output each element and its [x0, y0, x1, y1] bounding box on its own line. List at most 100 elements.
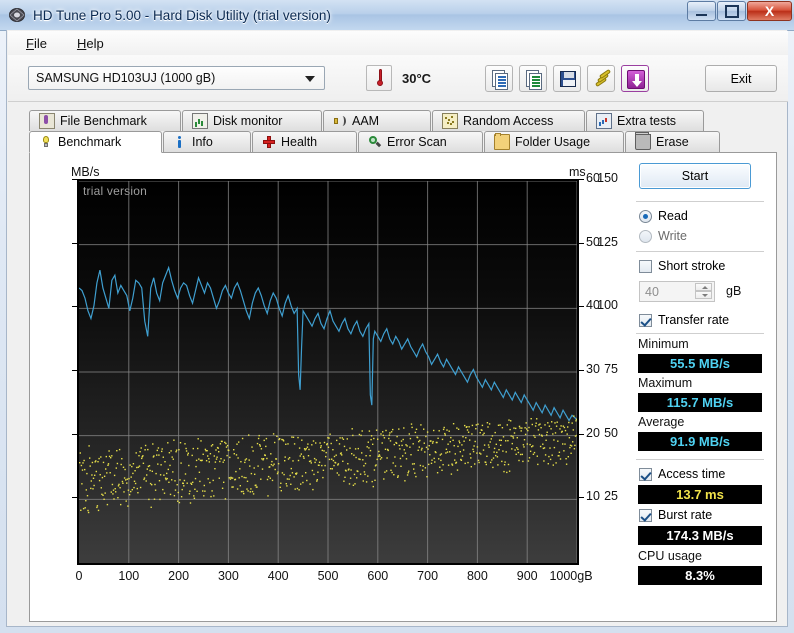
burst-rate-value-box: 174.3 MB/s: [638, 526, 762, 545]
start-button[interactable]: Start: [639, 163, 751, 189]
tab-label: Error Scan: [387, 135, 447, 149]
y2-tick-mark: [579, 243, 584, 244]
y2-tick-label: 40: [586, 298, 620, 312]
tab-label: Random Access: [463, 114, 553, 128]
short-stroke-unit: gB: [726, 284, 741, 298]
y2-tick-mark: [579, 497, 584, 498]
transfer-rate-label: Transfer rate: [658, 313, 729, 327]
radio-write[interactable]: Write: [639, 229, 687, 243]
tab-label: Extra tests: [617, 114, 676, 128]
maximum-label: Maximum: [638, 376, 692, 390]
x-tick-label: 600: [367, 569, 388, 583]
radio-read-label: Read: [658, 209, 688, 223]
drive-select[interactable]: SAMSUNG HD103UJ (1000 gB): [28, 66, 325, 90]
divider: [636, 333, 764, 334]
radio-read[interactable]: Read: [639, 209, 688, 223]
info-icon: [173, 135, 187, 149]
random-access-icon: [442, 113, 458, 129]
tab-info[interactable]: Info: [163, 131, 251, 152]
transfer-rate-checkbox-icon: [639, 314, 652, 327]
checkbox-transfer-rate[interactable]: Transfer rate: [639, 313, 729, 327]
tab-aam[interactable]: AAM: [323, 110, 431, 131]
copy-button[interactable]: [485, 65, 513, 92]
tab-benchmark[interactable]: Benchmark: [29, 131, 162, 153]
plot-svg: [79, 181, 577, 563]
y2-tick-label: 50: [586, 235, 620, 249]
x-tick-label: 0: [76, 569, 83, 583]
y-tick-mark: [72, 179, 77, 180]
tab-folder-usage[interactable]: Folder Usage: [484, 131, 624, 152]
minimize-button[interactable]: [687, 1, 716, 21]
tab-label: Disk monitor: [213, 114, 282, 128]
options-panel: Start Read Write Short stroke 40: [630, 157, 772, 617]
temperature-indicator: [366, 65, 392, 91]
download-button[interactable]: [621, 65, 649, 92]
hd-tune-window: HD Tune Pro 5.00 - Hard Disk Utility (tr…: [0, 0, 794, 633]
x-tick-label: 500: [318, 569, 339, 583]
stepper-up-icon[interactable]: [695, 283, 712, 291]
file-benchmark-icon: [39, 113, 55, 129]
trash-icon: [635, 134, 651, 150]
tab-extra-tests[interactable]: Extra tests: [586, 110, 704, 131]
y2-tick-mark: [579, 434, 584, 435]
thermometer-icon: [377, 69, 383, 88]
checkbox-burst-rate[interactable]: Burst rate: [639, 508, 712, 522]
access-time-checkbox-icon: [639, 468, 652, 481]
maximum-value-box: 115.7 MB/s: [638, 393, 762, 412]
access-time-label: Access time: [658, 467, 725, 481]
checkbox-access-time[interactable]: Access time: [639, 467, 725, 481]
title-bar: HD Tune Pro 5.00 - Hard Disk Utility (tr…: [0, 0, 794, 31]
short-stroke-stepper[interactable]: [695, 283, 712, 300]
drive-select-value: SAMSUNG HD103UJ (1000 gB): [29, 71, 215, 85]
minimize-icon: [696, 14, 707, 16]
short-stroke-input[interactable]: 40: [639, 281, 715, 302]
tab-row-top: File Benchmark Disk monitor AAM Random A…: [29, 110, 705, 131]
burst-rate-value: 174.3 MB/s: [666, 528, 733, 543]
burst-rate-label: Burst rate: [658, 508, 712, 522]
tab-file-benchmark[interactable]: File Benchmark: [29, 110, 181, 131]
tab-disk-monitor[interactable]: Disk monitor: [182, 110, 322, 131]
maximum-value: 115.7 MB/s: [667, 395, 734, 410]
tab-random-access[interactable]: Random Access: [432, 110, 585, 131]
save-button[interactable]: [553, 65, 581, 92]
toolbar: SAMSUNG HD103UJ (1000 gB) 30°C: [8, 55, 788, 102]
benchmark-panel: MB/s ms trial version 255075100125150 10…: [29, 152, 777, 622]
tab-error-scan[interactable]: Error Scan: [358, 131, 483, 152]
disk-monitor-icon: [192, 113, 208, 129]
stepper-down-icon[interactable]: [695, 291, 712, 299]
close-button[interactable]: X: [747, 1, 792, 21]
minimum-label: Minimum: [638, 337, 689, 351]
y-tick-mark: [72, 497, 77, 498]
x-tick-label: 100: [118, 569, 139, 583]
tab-label: File Benchmark: [60, 114, 147, 128]
tab-label: Folder Usage: [515, 135, 590, 149]
download-icon: [627, 70, 645, 89]
exit-button[interactable]: Exit: [705, 65, 777, 92]
y2-tick-mark: [579, 179, 584, 180]
menu-file[interactable]: File: [14, 33, 59, 54]
divider: [636, 201, 764, 202]
x-tick-label: 900: [517, 569, 538, 583]
maximize-button[interactable]: [717, 1, 746, 21]
tab-row-bottom: Benchmark Info Health Error Scan Folder …: [29, 131, 721, 152]
client-area: File Help SAMSUNG HD103UJ (1000 gB) 30°C: [6, 30, 788, 627]
right-axis-line: [577, 179, 579, 565]
tab-erase[interactable]: Erase: [625, 131, 720, 152]
average-label: Average: [638, 415, 684, 429]
export-excel-button[interactable]: [519, 65, 547, 92]
menu-help[interactable]: Help: [65, 33, 116, 54]
minimum-value-box: 55.5 MB/s: [638, 354, 762, 373]
tab-label: Health: [281, 135, 317, 149]
plot-area: trial version: [79, 179, 577, 565]
temperature-value: 30°C: [402, 71, 431, 86]
cpu-usage-value-box: 8.3%: [638, 566, 762, 585]
tab-health[interactable]: Health: [252, 131, 357, 152]
wand-button[interactable]: [587, 65, 615, 92]
checkbox-short-stroke[interactable]: Short stroke: [639, 259, 725, 273]
radio-write-icon: [639, 230, 652, 243]
health-cross-icon: [262, 135, 276, 149]
export-excel-icon-back: [529, 73, 542, 90]
y2-tick-mark: [579, 370, 584, 371]
y2-tick-label: 10: [586, 489, 620, 503]
burst-rate-checkbox-icon: [639, 509, 652, 522]
